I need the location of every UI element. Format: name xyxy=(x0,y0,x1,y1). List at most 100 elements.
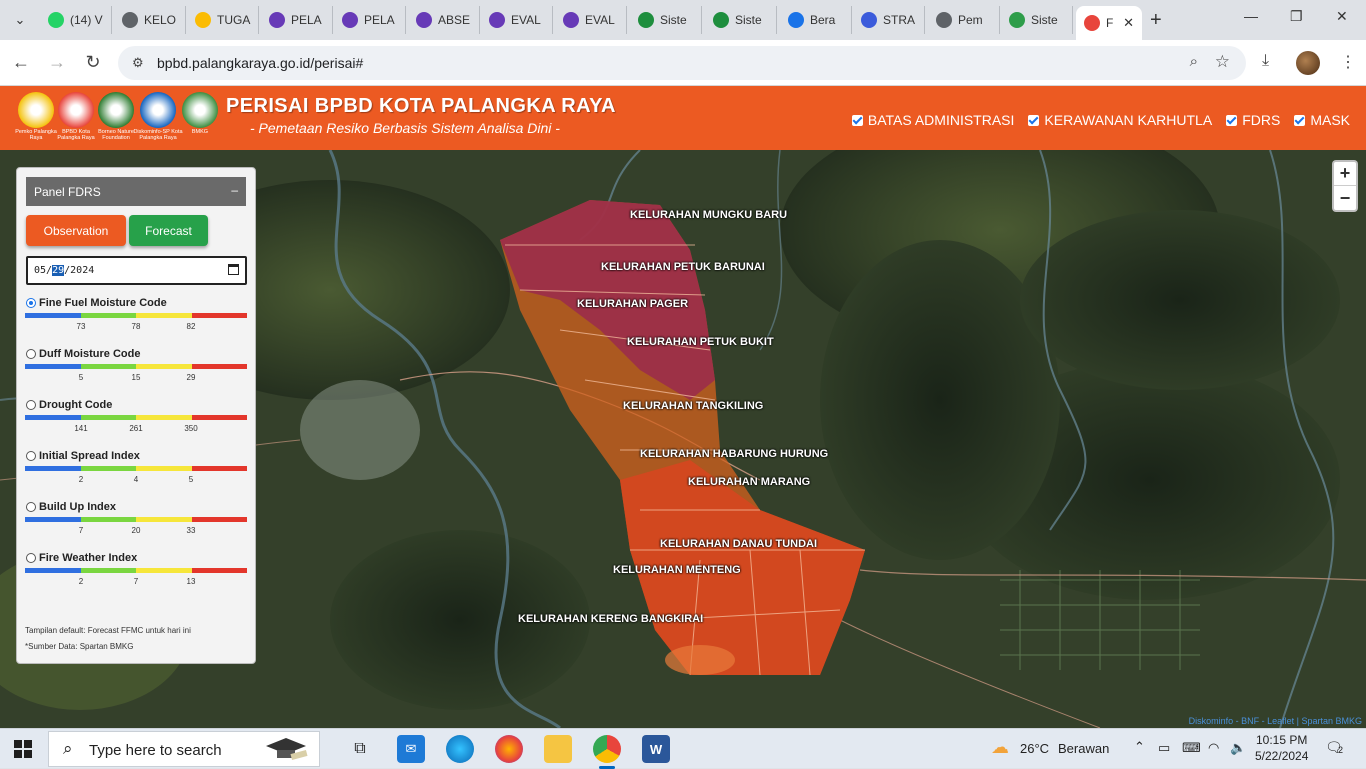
kelurahan-label[interactable]: KELURAHAN DANAU TUNDAI xyxy=(660,538,817,550)
fdrs-index-option[interactable]: Drought Code 141 261 350 xyxy=(17,399,255,450)
wifi-icon[interactable]: ◠ xyxy=(1208,740,1219,756)
kelurahan-label[interactable]: KELURAHAN MARANG xyxy=(688,476,810,488)
kelurahan-label[interactable]: KELURAHAN TANGKILING xyxy=(623,400,763,412)
browser-tab[interactable]: STRA xyxy=(853,6,925,34)
file-explorer-icon[interactable] xyxy=(544,735,572,763)
kelurahan-label[interactable]: KELURAHAN PETUK BARUNAI xyxy=(601,261,765,273)
minimize-icon[interactable]: — xyxy=(1244,8,1258,24)
checkbox-icon[interactable] xyxy=(1028,114,1040,126)
browser-tab[interactable]: EVAL xyxy=(555,6,627,34)
layer-toggle[interactable]: BATAS ADMINISTRASI xyxy=(851,112,1014,128)
weather-icon[interactable]: ☁ xyxy=(986,733,1014,761)
language-icon[interactable]: ⌨ xyxy=(1182,740,1201,756)
site-settings-icon[interactable]: ⚙ xyxy=(132,55,144,71)
checkbox-icon[interactable] xyxy=(1294,114,1306,126)
kelurahan-label[interactable]: KELURAHAN KERENG BANGKIRAI xyxy=(518,613,703,625)
kelurahan-label[interactable]: KELURAHAN PAGER xyxy=(577,298,688,310)
graduation-cap-icon xyxy=(266,738,308,760)
fdrs-index-option[interactable]: Initial Spread Index 2 4 5 xyxy=(17,450,255,501)
checkbox-icon[interactable] xyxy=(851,114,863,126)
zoom-out-button[interactable]: − xyxy=(1334,186,1356,210)
layer-toggle[interactable]: FDRS xyxy=(1226,112,1280,128)
fdrs-index-option[interactable]: Fine Fuel Moisture Code 73 78 82 xyxy=(17,297,255,348)
kelurahan-label[interactable]: KELURAHAN MENTENG xyxy=(613,564,741,576)
weather-desc[interactable]: Berawan xyxy=(1058,741,1109,756)
observation-button[interactable]: Observation xyxy=(26,215,126,246)
browser-tab[interactable]: EVAL xyxy=(481,6,553,34)
radio-button[interactable] xyxy=(26,451,36,461)
collapse-button[interactable]: – xyxy=(231,183,238,197)
zoom-in-button[interactable]: + xyxy=(1334,162,1356,186)
tray-chevron-icon[interactable]: ⌃ xyxy=(1134,739,1145,755)
bmkg-icon xyxy=(1009,12,1025,28)
panel-header: Panel FDRS – xyxy=(26,177,246,206)
network-device-icon[interactable]: ▭ xyxy=(1158,740,1170,756)
layer-toggle[interactable]: KERAWANAN KARHUTLA xyxy=(1028,112,1212,128)
fdrs-index-option[interactable]: Build Up Index 7 20 33 xyxy=(17,501,255,552)
kelurahan-label[interactable]: KELURAHAN PETUK BUKIT xyxy=(627,336,774,348)
scale-tick-label: 29 xyxy=(186,373,196,382)
browser-tab[interactable]: ABSE xyxy=(408,6,480,34)
firefox-icon[interactable] xyxy=(495,735,523,763)
browser-tab[interactable]: Siste xyxy=(705,6,777,34)
site-title: PERISAI BPBD KOTA PALANGKA RAYA xyxy=(226,95,616,117)
chrome-icon[interactable] xyxy=(593,735,621,769)
date-input[interactable]: 05/29/2024 xyxy=(26,256,247,285)
mail-icon[interactable]: ✉ xyxy=(397,735,425,763)
forward-icon[interactable]: → xyxy=(46,52,68,73)
new-tab-button[interactable]: + xyxy=(1150,9,1162,32)
browser-tab[interactable]: TUGA xyxy=(187,6,259,34)
forms-icon xyxy=(416,12,432,28)
browser-tab[interactable]: KELO xyxy=(114,6,186,34)
word-icon[interactable]: W xyxy=(642,735,670,763)
browser-tab[interactable]: Bera xyxy=(780,6,852,34)
fdrs-index-option[interactable]: Duff Moisture Code 5 15 29 xyxy=(17,348,255,399)
taskbar-search[interactable]: ⌕ Type here to search xyxy=(48,731,320,767)
tab-title: TUGA xyxy=(217,13,251,27)
browser-tab[interactable]: Siste xyxy=(630,6,702,34)
scale-tick-label: 2 xyxy=(78,475,84,484)
layer-toggle[interactable]: MASK xyxy=(1294,112,1350,128)
radio-button[interactable] xyxy=(26,502,36,512)
browser-tab[interactable]: F ✕ xyxy=(1076,6,1142,40)
system-clock[interactable]: 10:15 PM 5/22/2024 xyxy=(1255,732,1308,764)
color-scale-bar xyxy=(25,517,247,522)
kelurahan-label[interactable]: KELURAHAN MUNGKU BARU xyxy=(630,209,787,221)
browser-tab[interactable]: (14) V xyxy=(40,6,112,34)
browser-tab[interactable]: Pem xyxy=(928,6,1000,34)
download-icon[interactable]: ⤓ xyxy=(1262,52,1269,70)
browser-tab[interactable]: PELA xyxy=(334,6,406,34)
volume-icon[interactable]: 🔈 xyxy=(1230,740,1246,756)
scale-segment xyxy=(81,364,136,369)
weather-temp[interactable]: 26°C xyxy=(1020,741,1049,756)
back-icon[interactable]: ← xyxy=(10,52,32,73)
tab-close-icon[interactable]: ✕ xyxy=(1123,15,1134,31)
radio-button[interactable] xyxy=(26,298,36,308)
radio-button[interactable] xyxy=(26,400,36,410)
kelurahan-label[interactable]: KELURAHAN HABARUNG HURUNG xyxy=(640,448,828,460)
zoom-icon[interactable]: ⌕ xyxy=(1190,53,1198,70)
url-text[interactable]: bpbd.palangkaraya.go.id/perisai# xyxy=(157,55,363,71)
browser-menu-icon[interactable]: ⋮ xyxy=(1340,52,1356,72)
browser-tab[interactable]: Siste xyxy=(1001,6,1073,34)
forms-icon xyxy=(269,12,285,28)
windows-start-icon[interactable] xyxy=(14,740,32,758)
edge-icon[interactable] xyxy=(446,735,474,763)
checkbox-icon[interactable] xyxy=(1226,114,1238,126)
calendar-icon[interactable] xyxy=(228,264,239,275)
radio-button[interactable] xyxy=(26,553,36,563)
fdrs-index-option[interactable]: Fire Weather Index 2 7 13 xyxy=(17,552,255,603)
radio-button[interactable] xyxy=(26,349,36,359)
tab-search-chevron-icon[interactable]: ⌄ xyxy=(8,8,32,32)
address-bar[interactable]: ⚙ bpbd.palangkaraya.go.id/perisai# ⌕ ☆ xyxy=(118,46,1246,80)
scale-tick-label: 2 xyxy=(78,577,84,586)
browser-tab[interactable]: PELA xyxy=(261,6,333,34)
map-attribution[interactable]: Diskominfo - BNF - Leaflet | Spartan BMK… xyxy=(1189,716,1362,726)
close-window-icon[interactable]: ✕ xyxy=(1336,8,1348,25)
reload-icon[interactable]: ↻ xyxy=(82,52,104,73)
profile-avatar[interactable] xyxy=(1296,51,1320,75)
forecast-button[interactable]: Forecast xyxy=(129,215,208,246)
bookmark-star-icon[interactable]: ☆ xyxy=(1215,52,1230,72)
maximize-icon[interactable]: ❐ xyxy=(1290,8,1303,25)
task-view-icon[interactable]: ⧉ xyxy=(346,735,374,763)
